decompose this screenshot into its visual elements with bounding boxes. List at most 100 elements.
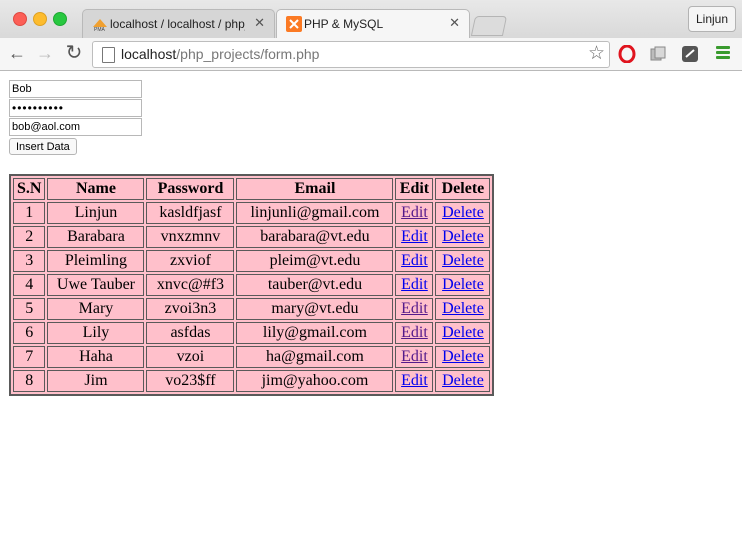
delete-link[interactable]: Delete [442,372,484,389]
table-row: 4 Uwe Tauber xnvc@#f3 tauber@vt.edu Edit Dele… [13,274,491,296]
minimize-window-button[interactable] [33,12,47,26]
name-input[interactable] [9,80,142,98]
delete-link[interactable]: Delete [442,300,484,317]
header-edit: Edit [395,178,434,200]
password-cell: vzoi [146,346,235,368]
sn-cell: 6 [13,322,46,344]
name-cell: Barabara [47,226,145,248]
address-bar[interactable]: localhost/php_projects/form.php ☆ [92,41,610,68]
delete-link[interactable]: Delete [442,348,484,365]
name-cell: Linjun [47,202,145,224]
tab-close-icon[interactable]: ✕ [254,15,265,31]
email-cell: tauber@vt.edu [236,274,394,296]
table-header-row: S.N Name Password Email Edit Delete [13,178,491,200]
insert-data-button[interactable]: Insert Data [9,138,77,155]
page-content: Insert Data S.N Name Password Email Edit… [0,71,742,533]
email-cell: ha@gmail.com [236,346,394,368]
password-cell: vo23$ff [146,370,235,392]
back-arrow-icon[interactable]: ← [6,42,28,64]
opera-extension-icon[interactable] [618,45,636,63]
tab-php-mysql[interactable]: PHP & MySQL ✕ [276,9,470,38]
edit-link[interactable]: Edit [401,372,428,389]
name-cell: Mary [47,298,145,320]
users-table: S.N Name Password Email Edit Delete 1 Lin… [9,174,495,396]
tab-label: PHP & MySQL [304,17,384,31]
email-input[interactable] [9,118,142,136]
tab-close-icon[interactable]: ✕ [449,15,460,31]
url-host: localhost [121,46,177,62]
name-cell: Lily [47,322,145,344]
edit-cell: Edit [395,298,434,320]
edit-link[interactable]: Edit [401,324,428,341]
sn-cell: 8 [13,370,46,392]
url-path: /php_projects/form.php [176,46,320,62]
password-cell: zxviof [146,250,235,272]
new-tab-button[interactable] [470,16,508,36]
edit-link[interactable]: Edit [401,228,428,245]
edit-link[interactable]: Edit [401,252,428,269]
edit-cell: Edit [395,250,434,272]
delete-link[interactable]: Delete [442,204,484,221]
password-cell: vnxzmnv [146,226,235,248]
name-cell: Jim [47,370,145,392]
table-row: 6 Lily asfdas lily@gmail.com Edit Delete [13,322,491,344]
browser-menu-icon[interactable] [716,46,730,60]
delete-cell: Delete [435,370,491,392]
sn-cell: 4 [13,274,46,296]
delete-cell: Delete [435,226,491,248]
edit-cell: Edit [395,346,434,368]
extension-tab-icon[interactable] [681,45,699,63]
table-row: 8 Jim vo23$ff jim@yahoo.com Edit Delete [13,370,491,392]
edit-link[interactable]: Edit [401,276,428,293]
sn-cell: 1 [13,202,46,224]
edit-link[interactable]: Edit [401,204,428,221]
edit-cell: Edit [395,322,434,344]
edit-link[interactable]: Edit [401,348,428,365]
header-name: Name [47,178,145,200]
header-email: Email [236,178,394,200]
name-cell: Uwe Tauber [47,274,145,296]
sn-cell: 2 [13,226,46,248]
edit-cell: Edit [395,274,434,296]
delete-cell: Delete [435,346,491,368]
close-window-button[interactable] [13,12,27,26]
email-cell: barabara@vt.edu [236,226,394,248]
sn-cell: 3 [13,250,46,272]
maximize-window-button[interactable] [53,12,67,26]
url-text: localhost/php_projects/form.php [121,46,319,63]
delete-cell: Delete [435,322,491,344]
email-cell: mary@vt.edu [236,298,394,320]
delete-cell: Delete [435,274,491,296]
browser-toolbar: ← → ↻ localhost/php_projects/form.php ☆ [0,38,742,71]
tab-phpmyadmin[interactable]: PMA localhost / localhost / php_projects… [82,9,275,38]
table-row: 1 Linjun kasldfjasf linjunli@gmail.com Edit D… [13,202,491,224]
delete-link[interactable]: Delete [442,252,484,269]
edit-cell: Edit [395,370,434,392]
xampp-icon [286,16,302,32]
table-row: 5 Mary zvoi3n3 mary@vt.edu Edit Delete [13,298,491,320]
browser-titlebar: PMA localhost / localhost / php_projects… [0,0,742,38]
bookmark-star-icon[interactable]: ☆ [588,43,605,65]
svg-text:PMA: PMA [94,27,106,32]
forward-arrow-icon[interactable]: → [34,42,56,64]
email-cell: jim@yahoo.com [236,370,394,392]
password-cell: xnvc@#f3 [146,274,235,296]
password-cell: zvoi3n3 [146,298,235,320]
email-cell: lily@gmail.com [236,322,394,344]
sn-cell: 5 [13,298,46,320]
delete-link[interactable]: Delete [442,276,484,293]
reload-icon[interactable]: ↻ [63,42,85,64]
edit-link[interactable]: Edit [401,300,428,317]
delete-cell: Delete [435,250,491,272]
edit-cell: Edit [395,202,434,224]
delete-link[interactable]: Delete [442,228,484,245]
header-password: Password [146,178,235,200]
sn-cell: 7 [13,346,46,368]
delete-link[interactable]: Delete [442,324,484,341]
extension-puzzle-icon[interactable] [649,45,667,63]
table-row: 7 Haha vzoi ha@gmail.com Edit Delete [13,346,491,368]
profile-button[interactable]: Linjun [688,6,736,32]
header-sn: S.N [13,178,46,200]
password-cell: kasldfjasf [146,202,235,224]
password-input[interactable] [9,99,142,117]
